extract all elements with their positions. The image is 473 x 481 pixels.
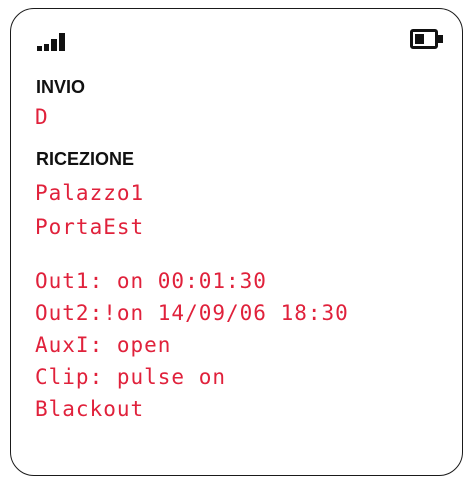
battery-icon — [410, 29, 444, 49]
battery-level-fill — [415, 34, 424, 44]
invio-value: D — [35, 105, 49, 129]
ricezione-line-2: PortaEst — [35, 215, 145, 239]
status-line-out2: Out2:!on 14/09/06 18:30 — [35, 301, 349, 325]
status-line-blackout: Blackout — [35, 397, 145, 421]
signal-strength-icon — [37, 31, 71, 51]
status-line-auxi: AuxI: open — [35, 333, 172, 357]
ricezione-title: RICEZIONE — [36, 149, 135, 169]
status-line-clip: Clip: pulse on — [35, 365, 227, 389]
status-line-out1: Out1: on 00:01:30 — [35, 269, 267, 293]
invio-title: INVIO — [36, 77, 86, 97]
phone-display: INVIO D RICEZIONE Palazzo1 PortaEst Out1… — [10, 8, 463, 476]
ricezione-line-1: Palazzo1 — [35, 181, 145, 205]
